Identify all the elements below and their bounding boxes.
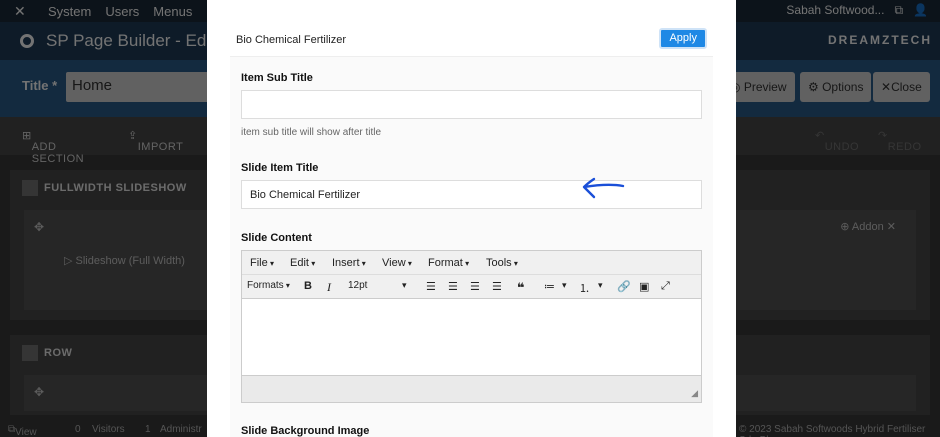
view-site-link[interactable]: ⧉ View Site — [8, 424, 37, 437]
link-icon[interactable]: 🔗 — [617, 280, 631, 293]
import-button[interactable]: ⇪ IMPORT — [128, 129, 183, 153]
editor-content-area[interactable] — [242, 299, 701, 375]
editor-menu-view[interactable]: View — [382, 257, 412, 269]
add-addon-button[interactable]: ⊕ Addon ✕ — [840, 220, 896, 233]
bold-icon[interactable]: B — [304, 280, 312, 292]
section-header: ROW — [22, 345, 72, 361]
import-label: IMPORT — [137, 141, 184, 153]
move-icon[interactable]: ✥ — [34, 385, 44, 399]
numbered-list-caret-icon[interactable]: ▾ — [598, 280, 603, 291]
options-label: Options — [822, 80, 864, 94]
title-label: Title * — [22, 78, 58, 93]
editor-toolbar: Formats B I 12pt ▾ ☰ ☰ ☰ ☰ ❝ ≔ ▾ ⒈ ▾ 🔗 ▣… — [242, 275, 701, 299]
admins-label: Administr — [160, 424, 202, 435]
drag-handle-icon[interactable] — [22, 180, 38, 196]
add-section-button[interactable]: ⊞ ADD SECTION — [22, 129, 84, 165]
editor-menu-tools[interactable]: Tools — [486, 257, 518, 269]
undo-label: UNDO — [824, 141, 860, 153]
align-left-icon[interactable]: ☰ — [426, 280, 436, 293]
font-size-caret-icon[interactable]: ▾ — [402, 280, 407, 291]
bg-image-label: Slide Background Image — [241, 425, 370, 437]
bullet-list-caret-icon[interactable]: ▾ — [562, 280, 567, 291]
rich-text-editor: File Edit Insert View Format Tools Forma… — [241, 250, 702, 403]
redo-button[interactable]: ↷ REDO — [878, 129, 921, 153]
site-user-link[interactable]: Sabah Softwood... — [786, 3, 884, 18]
slideshow-addon-label: Slideshow (Full Width) — [75, 255, 185, 267]
align-right-icon[interactable]: ☰ — [470, 280, 480, 293]
apply-button[interactable]: Apply — [659, 28, 707, 49]
user-icon[interactable]: 👤 — [913, 3, 928, 18]
undo-button[interactable]: ↶ UNDO — [815, 129, 859, 153]
slide-content-label: Slide Content — [241, 232, 312, 244]
joomla-logo-icon[interactable]: ✕ — [14, 3, 34, 20]
editor-menu-file[interactable]: File — [250, 257, 274, 269]
visitors-label: Visitors — [92, 424, 125, 435]
admins-count: 1 — [145, 424, 151, 435]
sub-title-label: Item Sub Title — [241, 72, 313, 84]
section-header: FULLWIDTH SLIDESHOW — [22, 180, 187, 196]
drag-handle-icon[interactable] — [22, 345, 38, 361]
addon-settings-modal: Bio Chemical Fertilizer Apply Item Sub T… — [207, 0, 736, 437]
bullet-list-icon[interactable]: ≔ — [544, 280, 555, 293]
numbered-list-icon[interactable]: ⒈ — [579, 280, 590, 296]
slide-title-label: Slide Item Title — [241, 162, 319, 174]
section-title: FULLWIDTH SLIDESHOW — [44, 182, 187, 194]
menu-system[interactable]: System — [48, 4, 91, 19]
preview-label: Preview — [743, 80, 787, 94]
page-title: SP Page Builder - Edit P — [46, 31, 231, 50]
slide-title-input[interactable] — [241, 180, 702, 209]
blockquote-icon[interactable]: ❝ — [517, 280, 525, 296]
move-icon[interactable]: ✥ — [34, 220, 44, 234]
editor-menu-format[interactable]: Format — [428, 257, 469, 269]
sub-title-input[interactable] — [241, 90, 702, 119]
editor-menu-insert[interactable]: Insert — [332, 257, 366, 269]
annotation-arrow-icon — [582, 177, 625, 199]
modal-header: Bio Chemical Fertilizer Apply — [230, 23, 713, 57]
editor-statusbar: ◢ — [242, 375, 701, 402]
section-title: ROW — [44, 347, 73, 359]
editor-menubar: File Edit Insert View Format Tools — [242, 251, 701, 275]
menu-users[interactable]: Users — [105, 4, 139, 19]
editor-menu-edit[interactable]: Edit — [290, 257, 315, 269]
align-center-icon[interactable]: ☰ — [448, 280, 458, 293]
image-icon[interactable]: ▣ — [639, 280, 649, 293]
sub-title-help: item sub title will show after title — [241, 127, 382, 138]
modal-body: Item Sub Title item sub title will show … — [230, 57, 713, 437]
fullscreen-icon[interactable]: ⤢ — [661, 280, 670, 293]
add-section-label: ADD SECTION — [31, 141, 85, 165]
slideshow-addon-item[interactable]: ▷ Slideshow (Full Width) — [64, 254, 185, 267]
builder-logo-icon — [20, 34, 34, 48]
external-link-icon: ⧉ — [894, 3, 904, 17]
resize-grip-icon[interactable]: ◢ — [691, 388, 698, 399]
copyright-text: © 2023 Sabah Softwoods Hybrid Fertiliser… — [739, 424, 926, 437]
font-size-dropdown[interactable]: 12pt — [348, 280, 367, 291]
italic-icon[interactable]: I — [327, 280, 331, 295]
title-input[interactable]: Home — [66, 72, 216, 102]
options-button[interactable]: ⚙ Options — [800, 72, 872, 102]
justify-icon[interactable]: ☰ — [492, 280, 502, 293]
menu-menus[interactable]: Menus — [153, 4, 192, 19]
addon-label: Addon — [851, 221, 884, 233]
formats-dropdown[interactable]: Formats — [247, 280, 290, 291]
view-site-label: View Site — [15, 427, 37, 437]
redo-label: REDO — [887, 141, 922, 153]
close-label: Close — [891, 80, 922, 94]
modal-title: Bio Chemical Fertilizer — [236, 34, 347, 46]
brand-logo: DREAMZTECH — [828, 33, 932, 47]
visitors-count: 0 — [75, 424, 81, 435]
close-button[interactable]: ✕Close — [873, 72, 930, 102]
